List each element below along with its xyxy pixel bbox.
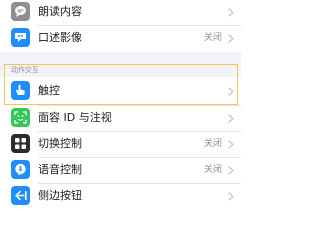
row-side-button[interactable]: 侧边按钮 bbox=[0, 184, 241, 209]
row-face-id-attention[interactable]: 面容 ID 与注视 bbox=[0, 106, 241, 131]
row-value: 关闭 bbox=[203, 33, 222, 43]
row-label: 语音控制 bbox=[38, 163, 82, 176]
row-label: 触控 bbox=[38, 84, 60, 97]
chevron-right-icon bbox=[228, 192, 234, 201]
chevron-right-icon bbox=[228, 87, 234, 96]
chevron-right-icon bbox=[228, 8, 234, 17]
row-value: 关闭 bbox=[203, 139, 222, 149]
interaction-group: 触控 面容 ID 与注视 切换控制 关闭 语音控制 关闭 侧边按钮 bbox=[0, 77, 241, 209]
row-label: 面容 ID 与注视 bbox=[38, 111, 112, 124]
accessibility-settings-list: 朗读内容 口述影像 关闭 动作交互 触控 面容 ID 与注视 切换控制 关闭 语… bbox=[0, 0, 241, 209]
speech-bubble-icon bbox=[11, 2, 30, 21]
face-id-icon bbox=[11, 108, 30, 127]
row-label: 朗读内容 bbox=[38, 5, 82, 18]
voice-control-icon bbox=[11, 160, 30, 179]
chevron-right-icon bbox=[228, 114, 234, 123]
row-spoken-content[interactable]: 朗读内容 bbox=[0, 0, 241, 25]
row-label: 切换控制 bbox=[38, 137, 82, 150]
row-label: 侧边按钮 bbox=[38, 189, 82, 202]
row-voice-control[interactable]: 语音控制 关闭 bbox=[0, 158, 241, 183]
row-switch-control[interactable]: 切换控制 关闭 bbox=[0, 132, 241, 157]
chevron-right-icon bbox=[228, 34, 234, 43]
row-label: 口述影像 bbox=[38, 31, 82, 44]
chevron-right-icon bbox=[228, 166, 234, 175]
vision-group: 朗读内容 口述影像 关闭 bbox=[0, 0, 241, 52]
switch-control-icon bbox=[11, 134, 30, 153]
side-button-icon bbox=[11, 186, 30, 205]
section-header-interaction: 动作交互 bbox=[11, 66, 39, 74]
audio-description-icon bbox=[11, 28, 30, 47]
hand-touch-icon bbox=[11, 81, 30, 100]
row-touch[interactable]: 触控 bbox=[0, 79, 241, 104]
row-value: 关闭 bbox=[203, 165, 222, 175]
chevron-right-icon bbox=[228, 140, 234, 149]
row-audio-descriptions[interactable]: 口述影像 关闭 bbox=[0, 26, 241, 51]
